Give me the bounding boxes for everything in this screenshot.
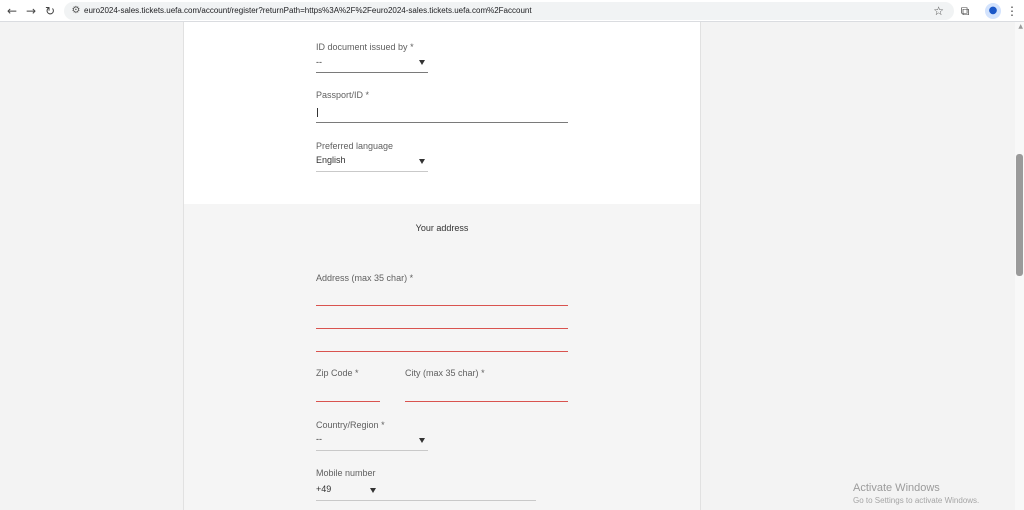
id-document-issued-by-value: -- [316, 57, 322, 67]
your-address-title: Your address [415, 223, 469, 233]
city-label: City (max 35 char) * [405, 368, 485, 378]
chevron-down-icon[interactable] [419, 159, 425, 164]
preferred-language-label: Preferred language [316, 141, 394, 151]
id-document-underline [316, 72, 428, 73]
back-arrow-icon[interactable]: ← [4, 3, 20, 19]
forward-arrow-icon[interactable]: → [23, 3, 39, 19]
mobile-number-label: Mobile number [316, 468, 376, 478]
activate-windows-title: Activate Windows [853, 482, 940, 494]
country-region-underline [316, 450, 428, 451]
passport-id-label: Passport/ID * [316, 90, 370, 100]
browser-toolbar: ← → ↻ ⚙ euro2024-sales.tickets.uefa.com/… [0, 0, 1024, 22]
url-text[interactable]: euro2024-sales.tickets.uefa.com/account/… [84, 5, 532, 17]
zip-code-label: Zip Code * [316, 368, 359, 378]
address-line-3-input[interactable] [316, 351, 568, 352]
address-line-1-input[interactable] [316, 305, 568, 306]
mobile-number-input[interactable] [316, 500, 536, 501]
bookmark-star-icon[interactable]: ☆ [933, 3, 944, 19]
extensions-icon[interactable]: ⧉ [957, 3, 973, 19]
page-content: ID document issued by * -- Passport/ID *… [0, 22, 1024, 510]
text-cursor [317, 108, 318, 117]
reload-icon[interactable]: ↻ [42, 3, 58, 19]
id-document-issued-by-label: ID document issued by * [316, 42, 414, 52]
zip-code-input[interactable] [316, 401, 380, 402]
profile-avatar-icon[interactable]: ● [985, 3, 1001, 19]
site-info-icon[interactable]: ⚙ [69, 4, 83, 18]
browser-menu-icon[interactable]: ⋮ [1004, 3, 1020, 19]
passport-id-input[interactable] [316, 122, 568, 123]
chevron-down-icon[interactable] [370, 488, 376, 493]
address-label: Address (max 35 char) * [316, 273, 414, 283]
personal-info-section: ID document issued by * -- Passport/ID *… [184, 22, 700, 204]
country-region-value: -- [316, 434, 322, 444]
chevron-down-icon[interactable] [419, 438, 425, 443]
activate-windows-subtitle: Go to Settings to activate Windows. [853, 496, 980, 505]
scroll-up-arrow-icon[interactable]: ▲ [1018, 24, 1023, 30]
city-input[interactable] [405, 401, 568, 402]
preferred-language-underline [316, 171, 428, 172]
mobile-prefix-value[interactable]: +49 [316, 483, 331, 495]
address-bar[interactable]: ⚙ euro2024-sales.tickets.uefa.com/accoun… [64, 2, 954, 20]
address-line-2-input[interactable] [316, 328, 568, 329]
preferred-language-value: English [316, 155, 346, 165]
scrollbar-thumb[interactable] [1016, 154, 1023, 276]
registration-panel: ID document issued by * -- Passport/ID *… [183, 22, 701, 510]
chevron-down-icon[interactable] [419, 60, 425, 65]
country-region-label: Country/Region * [316, 420, 385, 430]
